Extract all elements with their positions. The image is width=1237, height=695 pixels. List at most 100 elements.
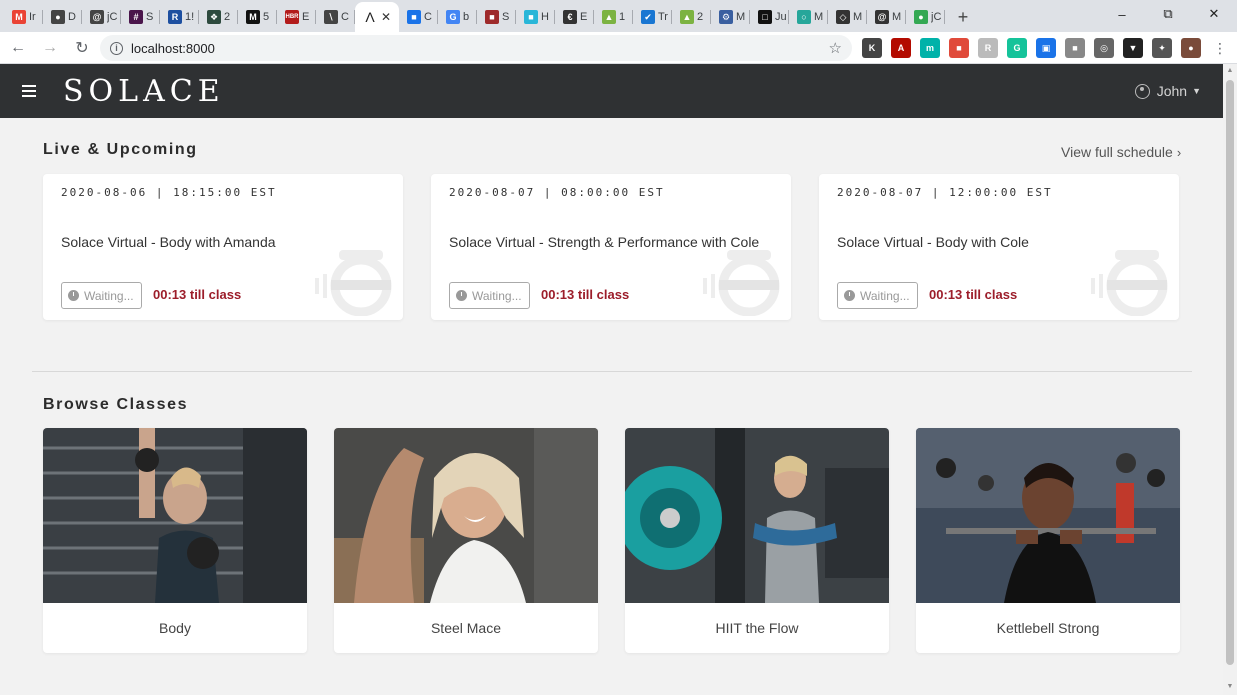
tab-favicon-icon: ∖ <box>324 10 338 24</box>
tab-favicon-icon: ● <box>51 10 65 24</box>
user-circle-icon <box>1134 83 1150 99</box>
live-upcoming-heading: Live & Upcoming <box>43 141 198 158</box>
browser-tab[interactable]: € E <box>555 2 594 32</box>
browser-tab[interactable]: ■ S <box>477 2 516 32</box>
extension-icon[interactable]: A <box>891 38 911 58</box>
extension-icon[interactable]: ✦ <box>1152 38 1172 58</box>
hamburger-menu-icon[interactable] <box>22 85 36 97</box>
close-window-button[interactable]: ✕ <box>1191 0 1237 28</box>
class-card-steel-mace[interactable]: Steel Mace <box>334 428 598 653</box>
browser-tab[interactable]: ▲ 2 <box>672 2 711 32</box>
minimize-button[interactable]: – <box>1099 0 1145 28</box>
live-class-card[interactable]: 2020-08-07 | 12:00:00 EST Solace Virtual … <box>819 174 1179 320</box>
waiting-button[interactable]: Waiting... <box>61 282 142 309</box>
browser-tab[interactable]: ■ H <box>516 2 555 32</box>
tab-title: D <box>68 11 76 23</box>
extension-icon[interactable]: ● <box>1181 38 1201 58</box>
browser-tab[interactable]: ● jC <box>906 2 945 32</box>
extension-icon[interactable]: ■ <box>949 38 969 58</box>
tab-favicon-icon: M <box>246 10 260 24</box>
scroll-up-arrow-icon[interactable]: ▲ <box>1226 67 1234 74</box>
browser-menu-icon[interactable]: ⋮ <box>1213 39 1227 57</box>
window-controls: – ⧉ ✕ <box>1099 0 1237 28</box>
browser-tab[interactable]: ● D <box>43 2 82 32</box>
kettlebell-watermark-icon <box>1085 246 1175 317</box>
class-datetime: 2020-08-06 | 18:15:00 EST <box>61 186 277 199</box>
browser-tab[interactable]: ▲ 1 <box>594 2 633 32</box>
class-photo-steel-mace <box>334 428 598 603</box>
tab-close-icon[interactable]: ✕ <box>381 10 391 24</box>
bookmark-star-icon[interactable]: ☆ <box>829 39 842 57</box>
site-info-icon[interactable]: i <box>110 41 123 55</box>
browser-tab[interactable]: ❖ 2 <box>199 2 238 32</box>
browser-tab[interactable]: HBR E <box>277 2 316 32</box>
tab-title: 2 <box>224 11 231 23</box>
tab-favicon-icon: □ <box>758 10 772 24</box>
reload-button[interactable]: ↻ <box>68 34 96 62</box>
forward-button[interactable]: → <box>36 34 64 62</box>
browser-tab[interactable]: ⚙ M <box>711 2 750 32</box>
browser-tab[interactable]: ✔ Tr <box>633 2 672 32</box>
tab-favicon-icon: G <box>446 10 460 24</box>
browser-tab[interactable]: @ M <box>867 2 906 32</box>
address-bar[interactable]: i localhost:8000 ☆ <box>100 35 852 61</box>
clock-icon <box>844 290 855 301</box>
class-card-hiit-the-flow[interactable]: HIIT the Flow <box>625 428 889 653</box>
browser-tab[interactable]: M5 <box>238 2 277 32</box>
new-tab-button[interactable]: + <box>949 2 977 32</box>
browser-tab[interactable]: # S <box>121 2 160 32</box>
class-countdown: 00:13 till class <box>541 287 630 302</box>
extension-icon[interactable]: ▼ <box>1123 38 1143 58</box>
extension-icon[interactable]: ◎ <box>1094 38 1114 58</box>
back-button[interactable]: ← <box>4 34 32 62</box>
class-name: HIIT the Flow <box>715 620 799 636</box>
waiting-button[interactable]: Waiting... <box>449 282 530 309</box>
extension-icon[interactable]: G <box>1007 38 1027 58</box>
tab-favicon-icon: ■ <box>407 10 421 24</box>
tab-favicon-icon: # <box>129 10 143 24</box>
tab-favicon-icon: R <box>168 10 182 24</box>
extension-icon[interactable]: K <box>862 38 882 58</box>
waiting-button[interactable]: Waiting... <box>837 282 918 309</box>
kettlebell-watermark-icon <box>697 246 787 317</box>
tab-title: 2 <box>697 11 704 23</box>
user-menu[interactable]: John ▼ <box>1134 83 1201 99</box>
class-photo-hiit-the-flow <box>625 428 889 603</box>
scroll-down-arrow-icon[interactable]: ▼ <box>1226 683 1234 690</box>
tab-title: M <box>892 11 902 23</box>
extension-icon[interactable]: ■ <box>1065 38 1085 58</box>
browser-tab[interactable]: ∖ C <box>316 2 355 32</box>
browser-tab[interactable]: @ jC <box>82 2 121 32</box>
browser-tab[interactable]: R 1! <box>160 2 199 32</box>
tab-favicon-icon: ◇ <box>836 10 850 24</box>
tab-favicon-icon: ✔ <box>641 10 655 24</box>
class-card-body[interactable]: Body <box>43 428 307 653</box>
view-full-schedule-link[interactable]: View full schedule › <box>1061 144 1181 160</box>
page-scrollbar-thumb[interactable] <box>1226 80 1234 665</box>
live-class-card[interactable]: 2020-08-07 | 08:00:00 EST Solace Virtual … <box>431 174 791 320</box>
tab-title: 1! <box>185 11 195 23</box>
browser-tab-active[interactable]: Λ ✕ <box>355 2 399 32</box>
class-countdown: 00:13 till class <box>153 287 242 302</box>
extensions-area: K Am ■ R G ▣ ■ ◎ ▼ ✦ ● <box>862 38 1210 58</box>
browser-tab[interactable]: Gb <box>438 2 477 32</box>
tab-title: Ju <box>775 11 787 23</box>
live-class-card[interactable]: 2020-08-06 | 18:15:00 EST Solace Virtual … <box>43 174 403 320</box>
extension-icon[interactable]: R <box>978 38 998 58</box>
class-name: Kettlebell Strong <box>996 620 1100 636</box>
extension-icon[interactable]: m <box>920 38 940 58</box>
tab-favicon-icon: ○ <box>797 10 811 24</box>
browser-tab[interactable]: M Ir <box>4 2 43 32</box>
solace-logo[interactable]: SOLACE <box>63 74 225 109</box>
browser-tab[interactable]: ■ C <box>399 2 438 32</box>
url-text[interactable]: localhost:8000 <box>131 41 215 56</box>
view-full-schedule-label: View full schedule <box>1061 144 1173 160</box>
class-card-kettlebell-strong[interactable]: Kettlebell Strong <box>916 428 1180 653</box>
browser-tab[interactable]: □ Ju <box>750 2 789 32</box>
restore-button[interactable]: ⧉ <box>1145 0 1191 28</box>
browser-tab[interactable]: ◇ M <box>828 2 867 32</box>
browser-tab[interactable]: ○ M <box>789 2 828 32</box>
extension-icon[interactable]: ▣ <box>1036 38 1056 58</box>
app-navbar: SOLACE John ▼ <box>0 64 1223 118</box>
live-class-name: Solace Virtual - Body with Cole <box>837 234 1029 250</box>
